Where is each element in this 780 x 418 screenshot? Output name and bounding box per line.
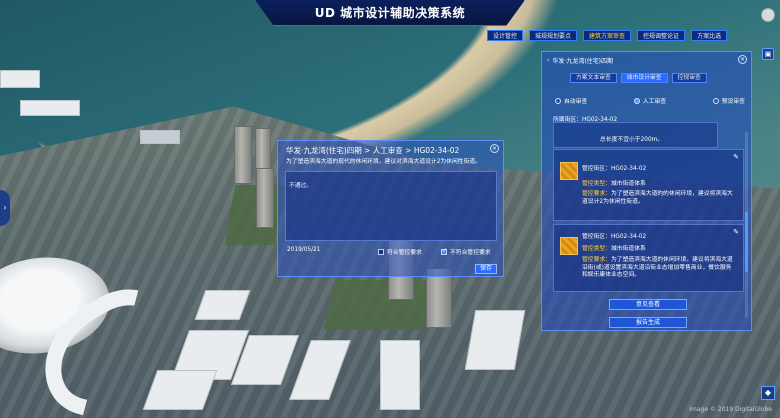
panel-title-text: 华发·九龙湾(住宅)四期 xyxy=(552,58,613,65)
review-comment-textarea[interactable]: 不通过。 xyxy=(285,171,497,241)
top-nav: 设计管控 城规规划要点 建筑方案审查 控规调整论证 方案比选 xyxy=(487,30,728,41)
checkbox-box-checked[interactable] xyxy=(441,247,447,255)
nav-scheme-compare[interactable]: 方案比选 xyxy=(691,30,728,41)
tower xyxy=(234,126,252,184)
view-opinions-button[interactable]: 意见查看 xyxy=(609,299,687,310)
card-type-key: 管控类型： xyxy=(582,246,611,252)
nav-building-review[interactable]: 建筑方案审查 xyxy=(583,30,632,41)
dialog-breadcrumb: 华发·九龙湾(住宅)四期 > 人工审查 > HG02-34-02 xyxy=(286,146,460,155)
review-comment-text: 不通过。 xyxy=(289,183,313,189)
control-thumbnail xyxy=(560,162,578,180)
checkbox-label: 符合管控要求 xyxy=(387,250,422,256)
radio-label: 人工审查 xyxy=(642,99,667,105)
panel-tabs: 方案文本审查 城市设计审查 控规审查 xyxy=(570,73,707,83)
control-card[interactable]: ✎ 管控街区：HG02-34-02 管控类型：城市街道体系 管控要求：为了塑造滨… xyxy=(553,224,744,292)
panel-note: 总长度不宜小于200m。 xyxy=(600,137,664,143)
nav-regulation-adjust[interactable]: 控规调整论证 xyxy=(637,30,686,41)
manual-review-dialog: 华发·九龙湾(住宅)四期 > 人工审查 > HG02-34-02 × 为了塑造滨… xyxy=(277,140,504,277)
panel-scrollbar[interactable] xyxy=(745,132,748,317)
diamond-icon[interactable]: ◆ xyxy=(761,386,775,400)
control-thumbnail xyxy=(560,237,578,255)
chevron-left-icon[interactable]: ‹ xyxy=(547,57,549,64)
card-type-key: 管控类型： xyxy=(582,181,611,187)
chevron-right-icon[interactable]: › xyxy=(0,190,10,226)
radio-label: 预设审查 xyxy=(721,99,745,105)
review-panel: ‹ 华发·九龙湾(住宅)四期 × 方案文本审查 城市设计审查 控规审查 自动审查… xyxy=(541,51,752,331)
radio-dot[interactable] xyxy=(712,97,719,104)
building xyxy=(140,130,180,144)
card-zone: 管控街区：HG02-34-02 xyxy=(582,166,647,172)
radio-manual-review[interactable]: 人工审查 xyxy=(633,96,667,105)
tab-text-review[interactable]: 方案文本审查 xyxy=(570,73,617,83)
tab-regulation-review[interactable]: 控规审查 xyxy=(671,73,707,83)
radio-preset-review[interactable]: 预设审查 xyxy=(712,96,745,105)
dialog-description: 为了塑造滨海大道的现代的休闲环境，建议对滨海大道设计2为休闲性街道。 xyxy=(286,159,481,165)
generate-report-button[interactable]: 报告生成 xyxy=(609,317,687,328)
card-req-key: 管控要求： xyxy=(582,191,611,197)
compass-icon[interactable] xyxy=(761,8,775,22)
review-date: 2019/05/21 xyxy=(287,247,321,253)
card-requirement: 管控要求：为了塑造滨海大道的休闲环境，建议将滨海大道沿街(或)道设置滨海大道沿街… xyxy=(582,257,737,280)
edit-icon[interactable]: ✎ xyxy=(733,153,739,161)
app-header: UD 城市设计辅助决策系统 xyxy=(255,0,525,26)
tower xyxy=(426,268,452,328)
panel-title: ‹ 华发·九龙湾(住宅)四期 xyxy=(547,56,613,65)
nav-design-control[interactable]: 设计管控 xyxy=(487,30,524,41)
imagery-credit: Image © 2019 DigitalGlobe xyxy=(689,406,772,413)
noncompliant-checkbox[interactable]: 不符合管控要求 xyxy=(441,247,491,256)
radio-label: 自动审查 xyxy=(564,99,588,105)
close-icon[interactable]: × xyxy=(738,55,747,64)
card-type: 管控类型：城市街道体系 xyxy=(582,246,737,254)
checkbox-label: 不符合管控要求 xyxy=(450,250,491,256)
tower xyxy=(256,168,274,228)
close-icon[interactable]: × xyxy=(490,144,499,153)
review-mode-radios: 自动审查 人工审查 预设审查 xyxy=(555,96,745,105)
radio-dot-selected[interactable] xyxy=(633,97,640,104)
card-type: 管控类型：城市街道体系 xyxy=(582,181,737,189)
card-zone: 管控街区：HG02-34-02 xyxy=(582,234,647,240)
building xyxy=(464,310,526,370)
save-button[interactable]: 保存 xyxy=(475,264,497,274)
building xyxy=(380,340,420,410)
card-type-value: 城市街道体系 xyxy=(611,246,646,252)
nav-planning-points[interactable]: 城规规划要点 xyxy=(529,30,578,41)
tab-urban-design-review[interactable]: 城市设计审查 xyxy=(620,73,668,83)
project-site-green xyxy=(323,280,437,330)
building xyxy=(20,100,80,116)
checkbox-box[interactable] xyxy=(378,248,384,255)
control-card[interactable]: ✎ 管控街区：HG02-34-02 管控类型：城市街道体系 管控要求：为了塑造滨… xyxy=(553,149,744,221)
compliant-checkbox[interactable]: 符合管控要求 xyxy=(378,247,422,256)
app-title: UD 城市设计辅助决策系统 xyxy=(314,6,466,20)
radio-dot[interactable] xyxy=(555,97,561,104)
building xyxy=(0,70,40,88)
card-requirement: 管控要求：为了塑造滨海大道的的休闲环境，建议将滨海大道设计2为休闲性街道。 xyxy=(582,191,737,206)
layers-icon[interactable]: ▣ xyxy=(762,48,774,60)
card-type-value: 城市街道体系 xyxy=(611,181,646,187)
scrollbar-thumb[interactable] xyxy=(745,212,748,272)
card-req-key: 管控要求： xyxy=(582,257,611,263)
radio-auto-review[interactable]: 自动审查 xyxy=(555,96,587,105)
